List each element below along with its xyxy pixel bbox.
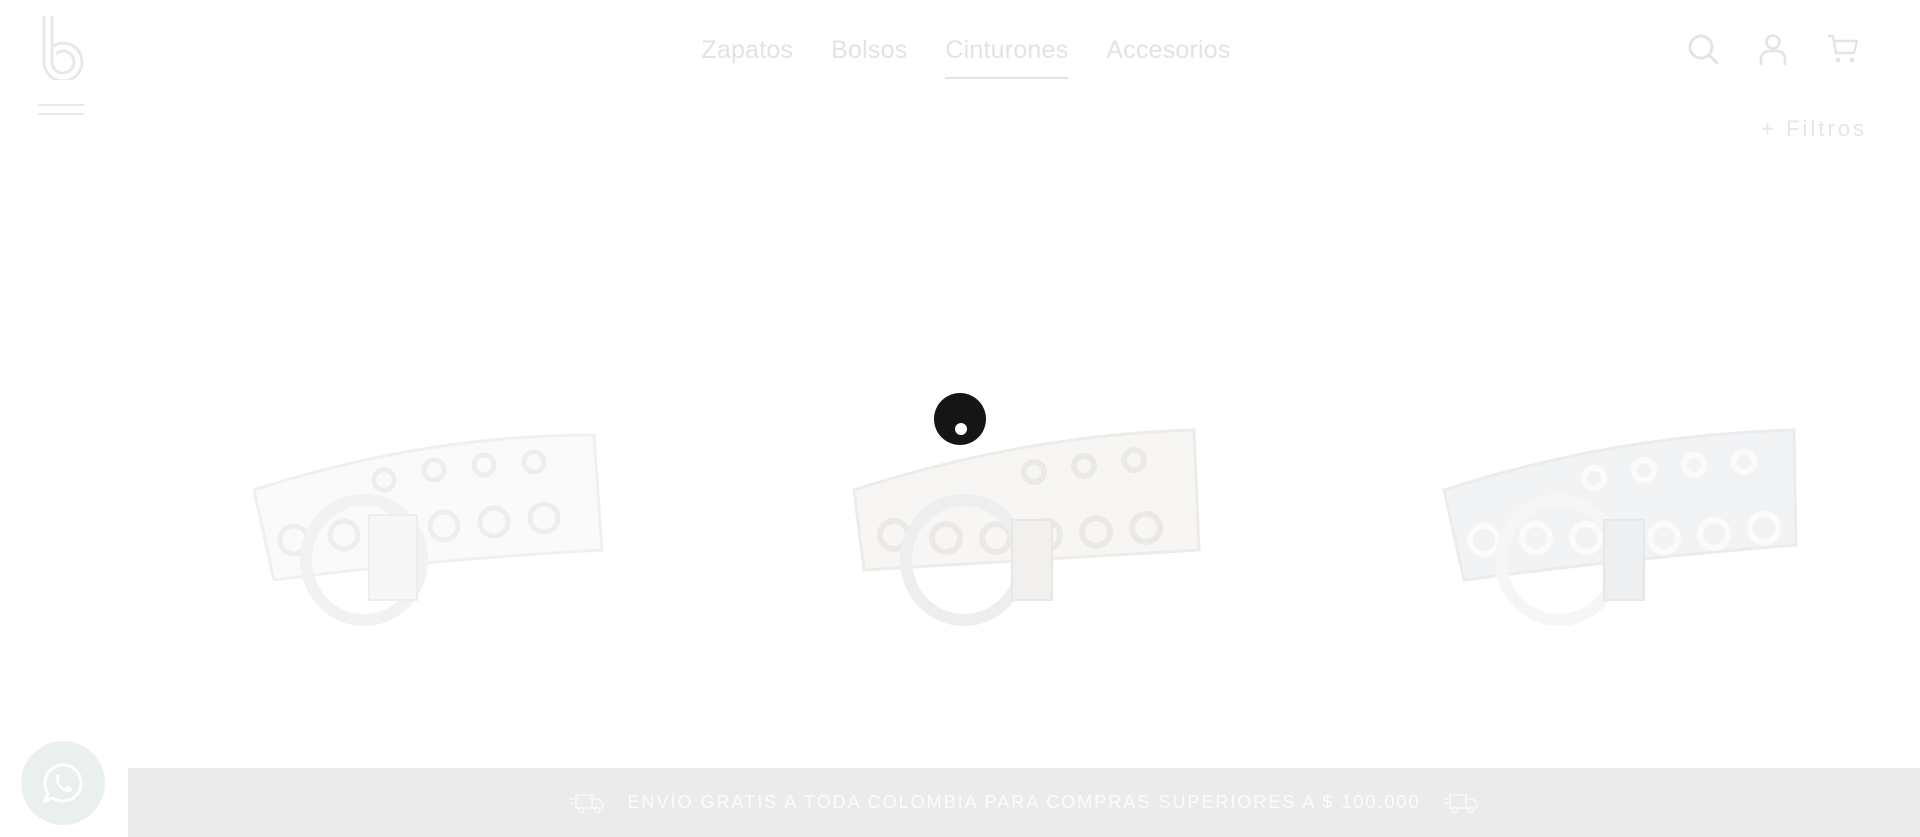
search-icon[interactable] [1686,32,1720,66]
header-actions [1686,32,1860,66]
product-card-beige-belt[interactable] [834,410,1214,640]
delivery-truck-icon [1443,793,1479,813]
user-icon[interactable] [1756,32,1790,66]
menu-line [38,113,84,115]
nav-item-accesorios[interactable]: Accesorios [1106,36,1230,79]
filters-toggle[interactable]: + Filtros [1761,116,1867,142]
menu-line [38,104,84,106]
main-nav: Zapatos Bolsos Cinturones Accesorios [0,36,1920,79]
nav-item-zapatos[interactable]: Zapatos [701,36,793,79]
product-card-black-belt[interactable] [1424,410,1804,640]
product-card-white-belt[interactable] [234,410,614,640]
whatsapp-icon [42,763,83,804]
belt-image [1442,428,1798,626]
nav-item-bolsos[interactable]: Bolsos [831,36,907,79]
loading-spinner [934,393,986,445]
banner-text: ENVÍO GRATIS A TODA COLOMBIA PARA COMPRA… [627,792,1421,812]
whatsapp-button[interactable] [21,741,105,825]
nav-item-cinturones[interactable]: Cinturones [945,36,1069,79]
delivery-truck-icon [568,793,604,813]
belt-image [852,428,1201,626]
cart-icon[interactable] [1826,32,1860,66]
belt-image [252,433,604,626]
free-shipping-banner: ENVÍO GRATIS A TODA COLOMBIA PARA COMPRA… [128,768,1920,837]
menu-button[interactable] [38,104,84,126]
